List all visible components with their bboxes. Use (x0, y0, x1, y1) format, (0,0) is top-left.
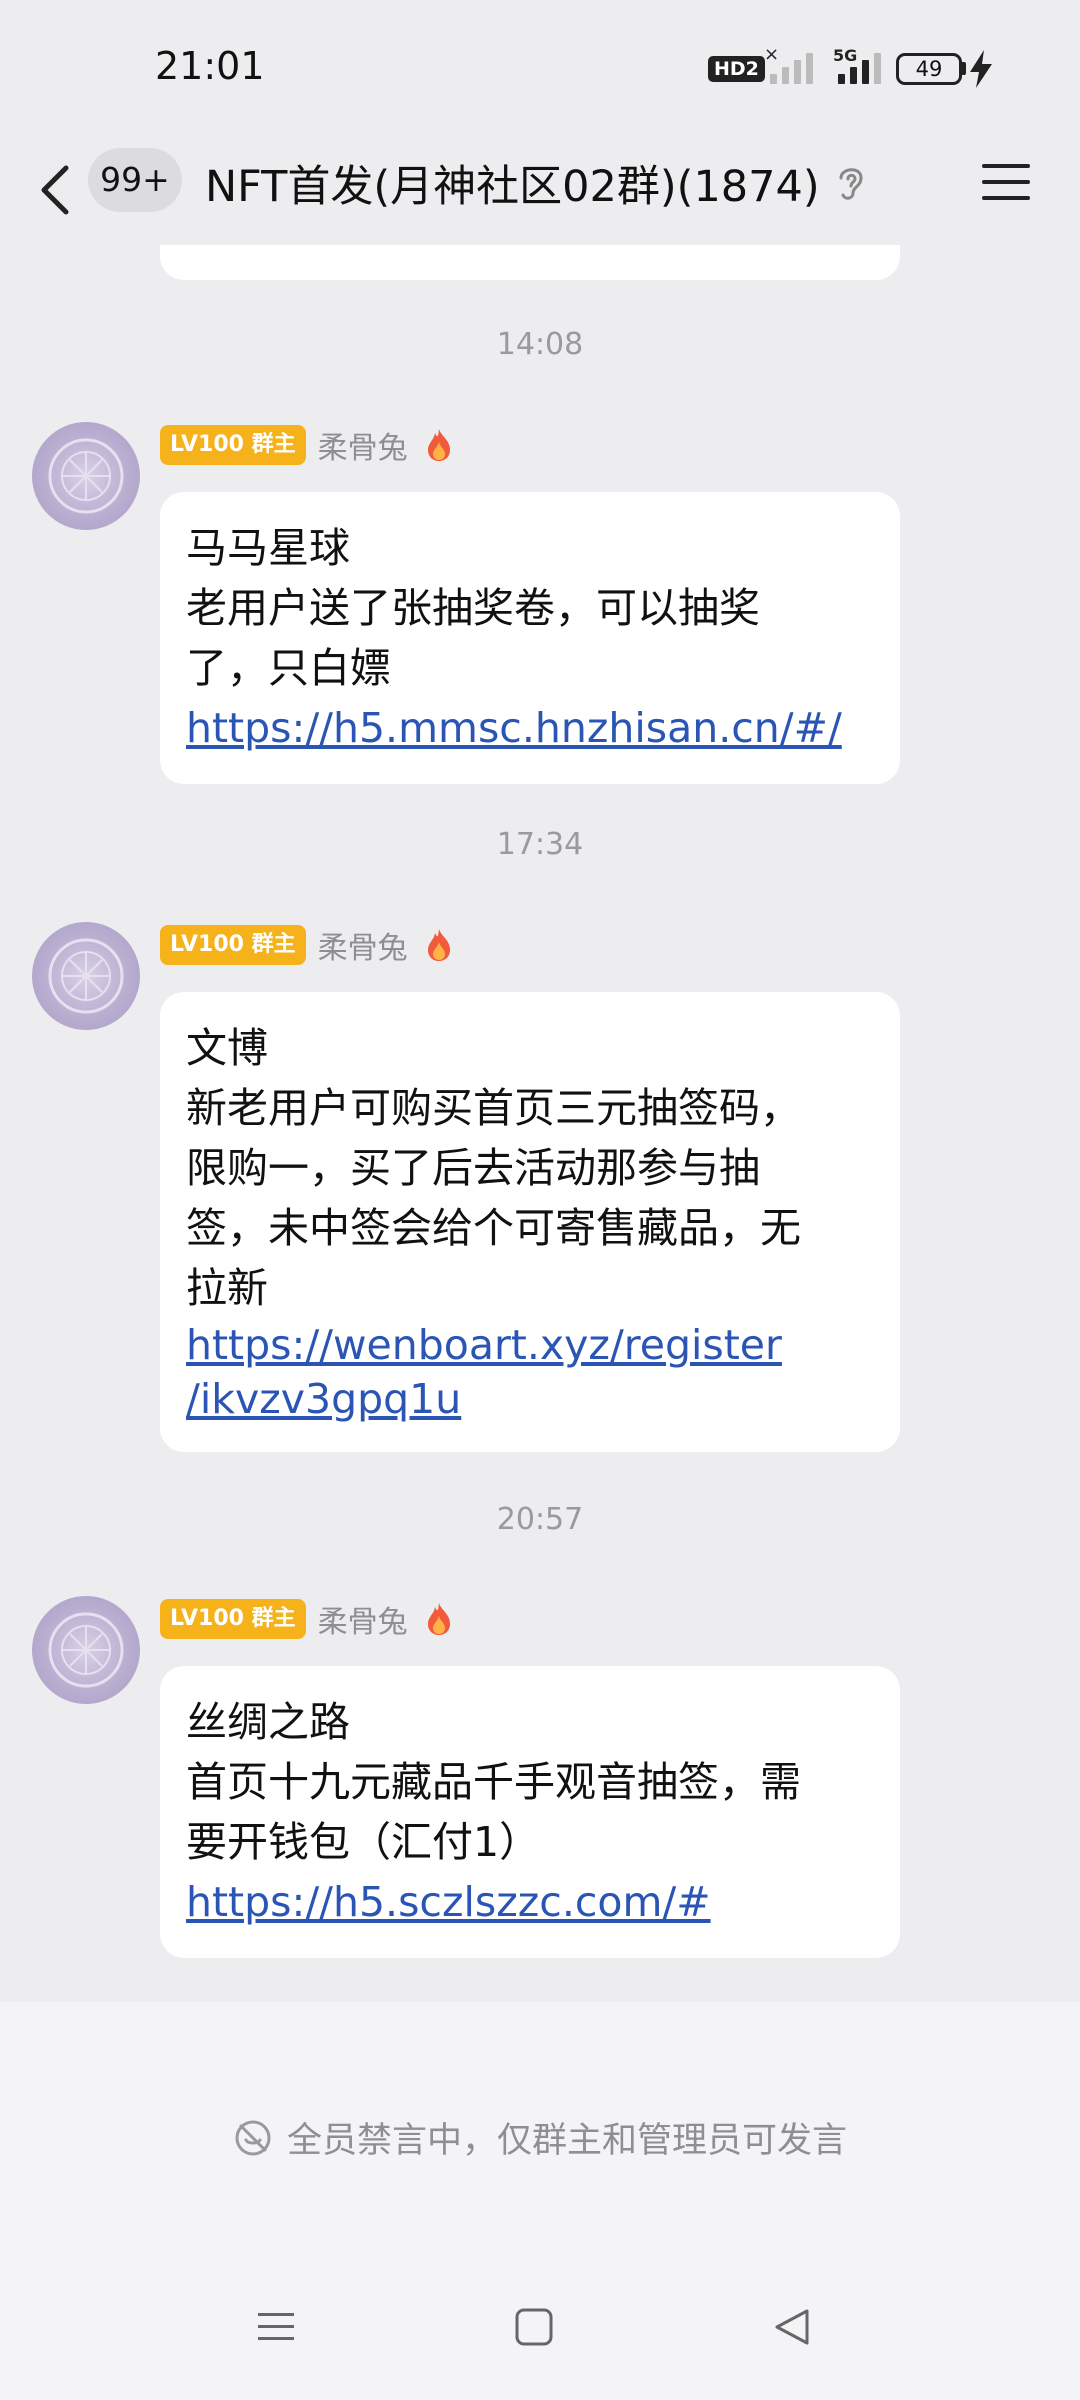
hd-voice-indicator: HD2 (708, 56, 765, 82)
message-link[interactable]: https://h5.mmsc.hnzhisan.cn/#/ (186, 698, 874, 758)
back-triangle-icon[interactable] (772, 2307, 812, 2347)
level-badge: LV100 群主 (160, 925, 306, 965)
message-text-line: 丝绸之路 (186, 1698, 350, 1746)
message-text-line: 新老用户可购买首页三元抽签码， (186, 1084, 801, 1132)
previous-message-bubble[interactable] (160, 245, 900, 280)
input-area-muted: 全员禁言中，仅群主和管理员可发言 (0, 2002, 1080, 2400)
mute-notice: 全员禁言中，仅群主和管理员可发言 (0, 2112, 1080, 2163)
battery-level: 49 (915, 57, 943, 81)
message-text-line: 拉新 (186, 1264, 268, 1312)
mute-icon (235, 2120, 271, 2155)
battery-icon: 49 (896, 53, 962, 85)
sender-name[interactable]: 柔骨兔 (318, 923, 408, 967)
message-timestamp: 17:34 (496, 827, 584, 862)
message-text-line: 首页十九元藏品千手观音抽签，需 (186, 1758, 801, 1806)
signal-strength-icon-sim2 (838, 50, 881, 84)
message-meta: LV100 群主 柔骨兔 (160, 1597, 454, 1641)
message-text-line: 马马星球 (186, 524, 350, 572)
chat-header: 99+ NFT首发(月神社区02群)(1874) (0, 140, 1080, 245)
message-meta: LV100 群主 柔骨兔 (160, 923, 454, 967)
message-bubble[interactable]: 丝绸之路 首页十九元藏品千手观音抽签，需 要开钱包（汇付1） https://h… (160, 1666, 900, 1958)
sender-name[interactable]: 柔骨兔 (318, 423, 408, 467)
message-link[interactable]: /ikvzv3gpq1u (186, 1372, 874, 1426)
hamburger-menu-icon[interactable] (978, 154, 1034, 210)
message-list[interactable]: 14:08 LV100 群主 柔骨兔 马马星球 老用户送了张抽奖卷，可以抽奖 了… (0, 245, 1080, 2002)
home-icon[interactable] (514, 2307, 554, 2347)
message-bubble[interactable]: 文博 新老用户可购买首页三元抽签码， 限购一，买了后去活动那参与抽 签，未中签会… (160, 992, 900, 1452)
charging-bolt-icon (970, 50, 992, 88)
message-text-line: 签，未中签会给个可寄售藏品，无 (186, 1204, 801, 1252)
battery-cap (962, 62, 966, 75)
recent-apps-icon[interactable] (256, 2307, 296, 2347)
avatar-emblem (48, 438, 124, 514)
message-link[interactable]: https://wenboart.xyz/register (186, 1318, 874, 1372)
avatar[interactable] (32, 1596, 140, 1704)
status-bar: 21:01 HD2 × 5G 49 (0, 0, 1080, 140)
message-timestamp: 20:57 (496, 1502, 584, 1537)
message-link[interactable]: https://h5.sczlszzc.com/# (186, 1872, 874, 1932)
ear-icon (839, 168, 863, 200)
message-timestamp: 14:08 (496, 327, 584, 362)
message-meta: LV100 群主 柔骨兔 (160, 423, 454, 467)
mute-notice-text: 全员禁言中，仅群主和管理员可发言 (286, 2121, 847, 2161)
level-badge: LV100 群主 (160, 425, 306, 465)
fire-icon (427, 1603, 450, 1635)
chat-title: NFT首发(月神社区02群)(1874) (205, 162, 820, 212)
unread-count-badge[interactable]: 99+ (88, 148, 182, 212)
avatar[interactable] (32, 422, 140, 530)
message-text-line: 老用户送了张抽奖卷，可以抽奖 (186, 584, 760, 632)
message-text-line: 了，只白嫖 (186, 644, 391, 692)
sender-name[interactable]: 柔骨兔 (318, 1597, 408, 1641)
avatar-emblem (48, 938, 124, 1014)
fire-icon (427, 929, 450, 961)
avatar[interactable] (32, 922, 140, 1030)
message-text-line: 文博 (186, 1024, 268, 1072)
message-text-line: 限购一，买了后去活动那参与抽 (186, 1144, 760, 1192)
message-bubble[interactable]: 马马星球 老用户送了张抽奖卷，可以抽奖 了，只白嫖 https://h5.mms… (160, 492, 900, 784)
status-time: 21:01 (155, 44, 265, 88)
signal-strength-icon-sim1 (770, 50, 813, 84)
chevron-left-icon[interactable] (36, 150, 76, 230)
level-badge: LV100 群主 (160, 1599, 306, 1639)
message-text-line: 要开钱包（汇付1） (186, 1818, 541, 1866)
fire-icon (427, 429, 450, 461)
avatar-emblem (48, 1612, 124, 1688)
